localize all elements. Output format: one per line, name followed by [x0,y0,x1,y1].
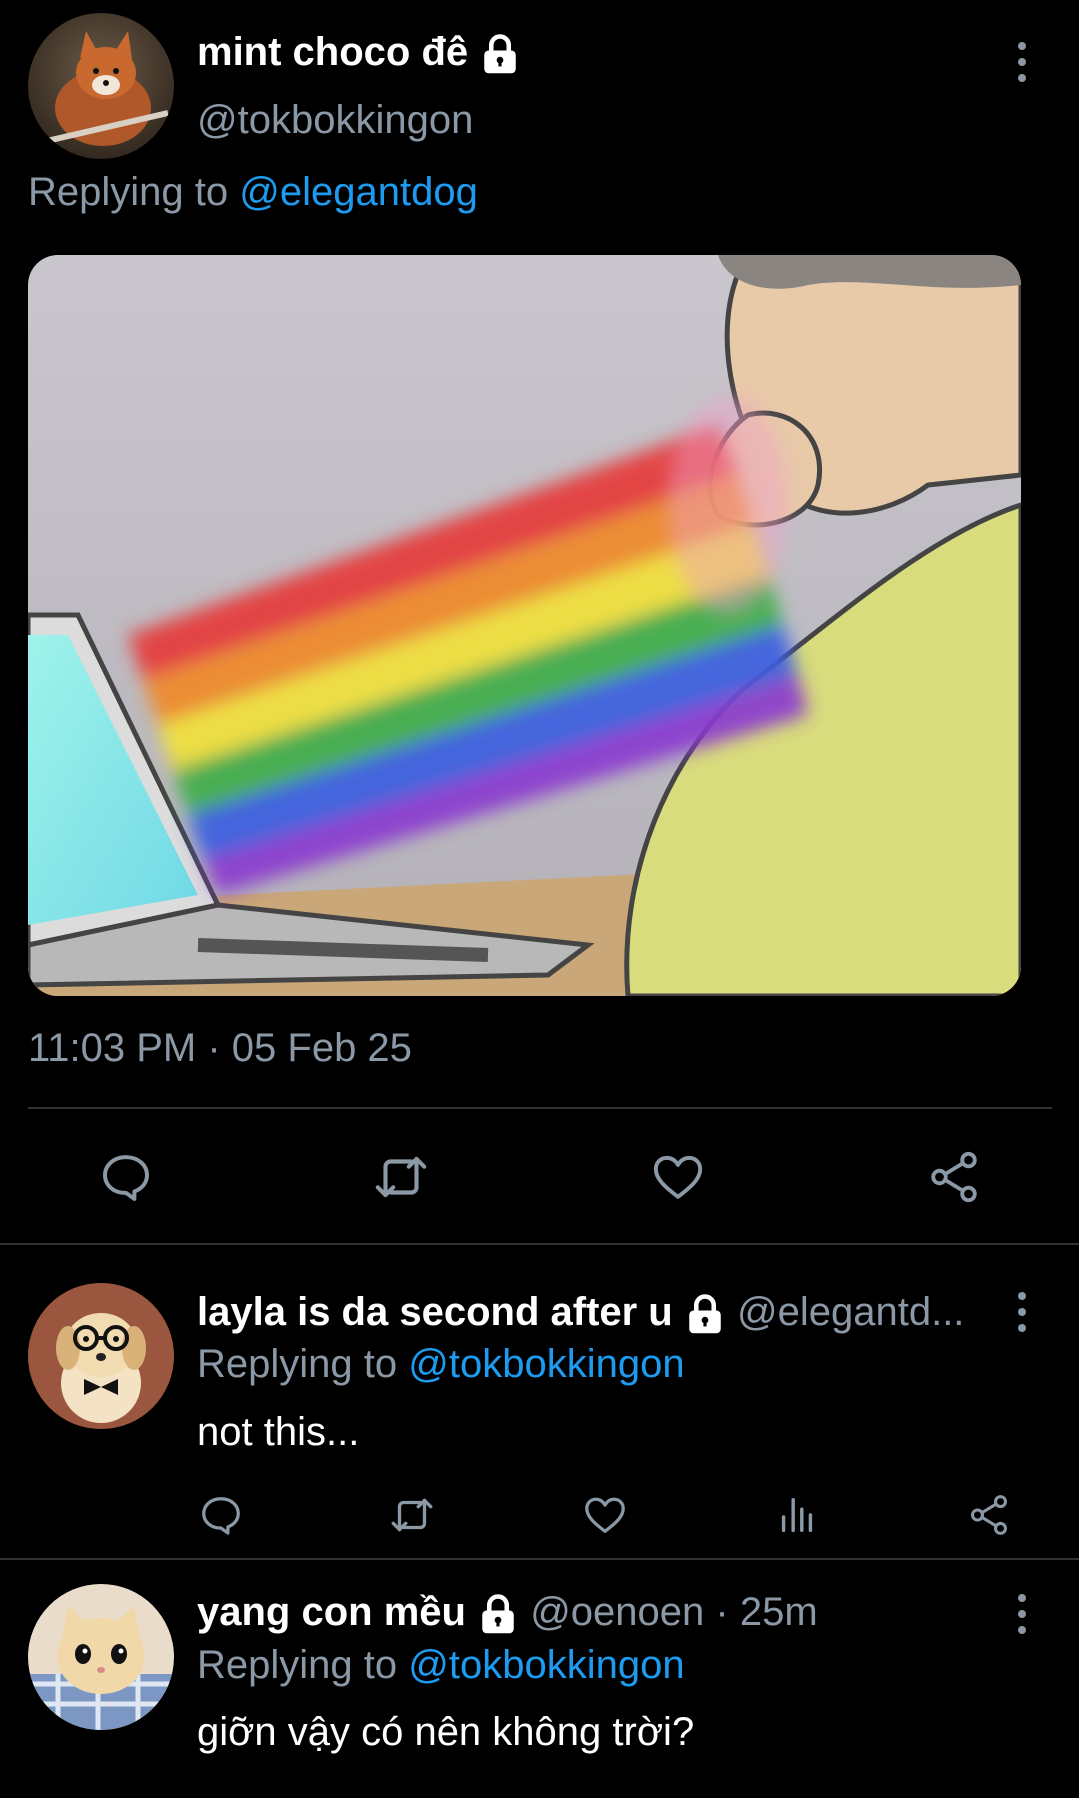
like-button[interactable] [580,1490,630,1540]
author-name[interactable]: mint choco đê [197,30,521,75]
reply-avatar[interactable] [28,1584,174,1730]
share-icon [931,1151,977,1203]
retweet-button[interactable] [369,1145,433,1209]
lock-icon [484,34,517,74]
divider [0,1243,1079,1245]
reply-avatar[interactable] [28,1283,174,1429]
divider [28,1107,1052,1109]
replying-to-handle[interactable]: @tokbokkingon [408,1643,684,1687]
more-options-button[interactable] [1012,1594,1032,1634]
reply-icon [103,1155,149,1201]
like-button[interactable] [646,1145,710,1209]
like-icon [585,1497,625,1533]
lock-icon [482,1594,514,1634]
lock-icon [689,1294,721,1334]
tweet-media-image[interactable] [28,255,1021,996]
meme-image [28,255,1021,996]
author-handle[interactable]: @tokbokkingon [197,98,473,143]
replying-to-label: Replying to [28,170,229,214]
more-options-button[interactable] [1012,42,1032,82]
reply-time: · 25m [715,1590,818,1634]
more-icon [1018,42,1026,50]
reply-text: not this... [197,1410,360,1454]
replying-to: Replying to @tokbokkingon [197,1342,685,1387]
analytics-icon [781,1497,813,1533]
author-avatar[interactable] [28,13,174,159]
more-options-button[interactable] [1012,1292,1032,1332]
replying-to: Replying to @elegantdog [28,170,478,215]
retweet-icon [375,1156,427,1198]
reply-button[interactable] [196,1490,246,1540]
replying-to-handle[interactable]: @tokbokkingon [408,1342,684,1386]
reply-handle: @oenoen [530,1590,705,1634]
reply-display-name: layla is da second after u [197,1290,673,1334]
replying-to-label: Replying to [197,1643,398,1687]
replying-to-handle[interactable]: @elegantdog [239,170,478,214]
views-button[interactable] [772,1490,822,1540]
reply-icon [202,1497,240,1535]
reply-author[interactable]: layla is da second after u @elegantd... [197,1290,964,1335]
retweet-icon [391,1498,433,1532]
retweet-button[interactable] [387,1490,437,1540]
replying-to: Replying to @tokbokkingon [197,1643,685,1688]
kitten-avatar-image [28,1584,174,1730]
reply-text: giỡn vậy có nên không trời? [197,1710,695,1754]
replying-to-label: Replying to [197,1342,398,1386]
reply-button[interactable] [94,1145,158,1209]
puppy-avatar-image [28,1283,174,1429]
share-icon [970,1495,1008,1535]
fox-avatar-image [28,13,174,159]
share-button[interactable] [964,1490,1014,1540]
share-button[interactable] [922,1145,986,1209]
more-icon [1018,1594,1026,1602]
like-icon [653,1155,703,1199]
reply-handle: @elegantd... [737,1290,965,1334]
more-icon [1018,1292,1026,1300]
divider [0,1558,1079,1560]
reply-author[interactable]: yang con mều @oenoen · 25m [197,1590,818,1635]
tweet-timestamp: 11:03 PM · 05 Feb 25 [28,1026,412,1070]
reply-display-name: yang con mều [197,1590,466,1634]
author-display-name: mint choco đê [197,30,469,74]
